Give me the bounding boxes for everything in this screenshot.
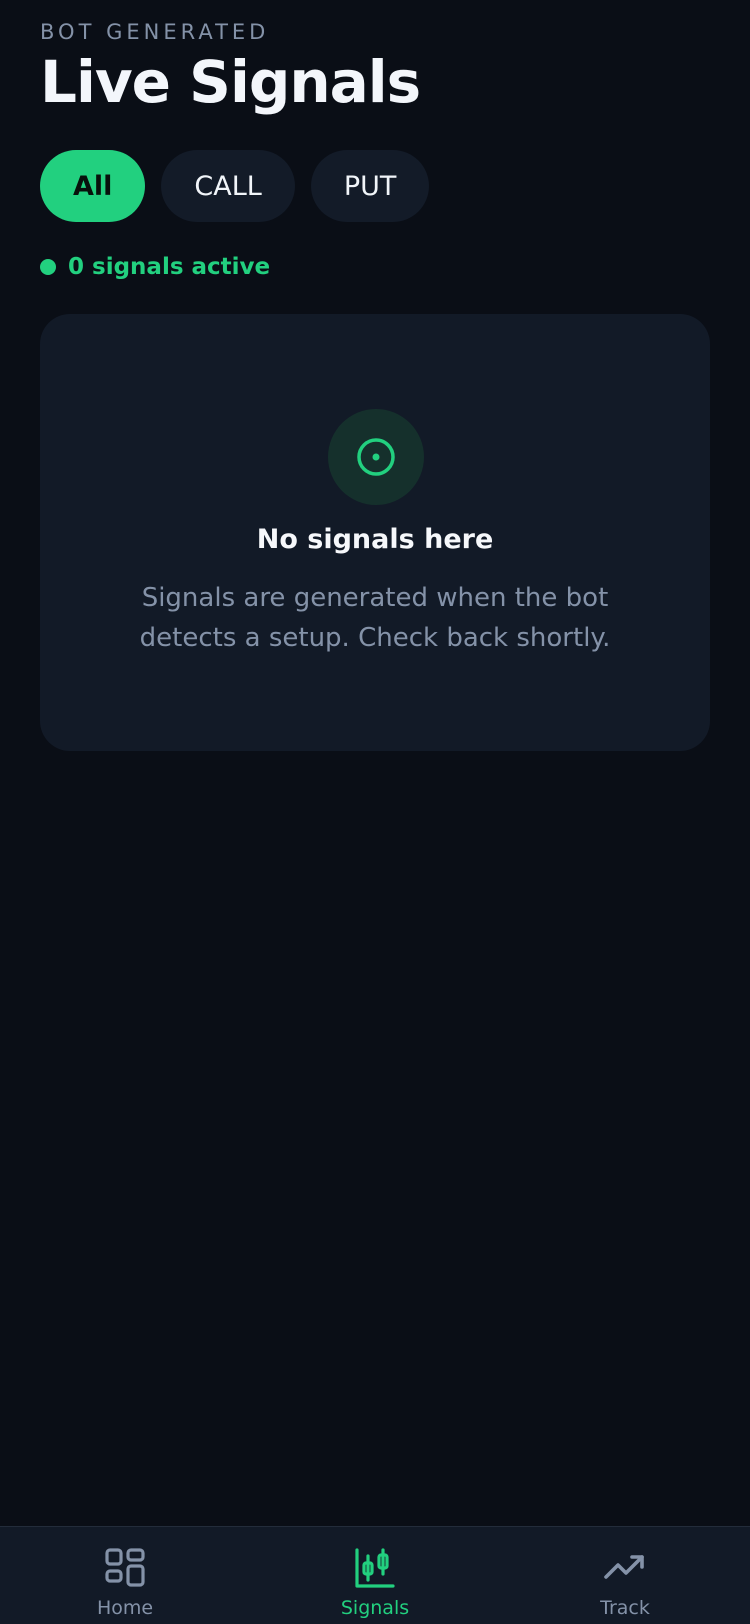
bottom-tab-bar: Home Signals Track	[0, 1526, 750, 1624]
filter-chip-put[interactable]: PUT	[310, 150, 430, 222]
tab-home[interactable]: Home	[45, 1527, 205, 1624]
active-signals-status: 0 signals active	[40, 254, 270, 280]
page-eyebrow: BOT GENERATED	[40, 20, 270, 44]
empty-state-title: No signals here	[256, 524, 494, 555]
status-dot-icon	[40, 259, 56, 275]
filter-chip-all[interactable]: All	[40, 150, 146, 222]
page-title: Live Signals	[40, 48, 421, 116]
tab-signals-label: Signals	[340, 1597, 410, 1619]
signal-filter-chips: All CALL PUT	[40, 150, 430, 222]
grid-icon	[102, 1545, 148, 1591]
filter-chip-call[interactable]: CALL	[161, 150, 295, 222]
tab-track-label: Track	[600, 1597, 650, 1619]
tab-home-label: Home	[96, 1597, 154, 1619]
active-signals-count: 0 signals active	[68, 254, 271, 280]
trending-up-icon	[602, 1545, 648, 1591]
empty-state-description: Signals are generated when the bot detec…	[139, 583, 611, 653]
tab-signals[interactable]: Signals	[295, 1527, 455, 1624]
live-signals-screen: BOT GENERATED Live Signals All CALL PUT …	[0, 0, 750, 1624]
tab-track[interactable]: Track	[545, 1527, 705, 1624]
target-icon	[328, 409, 424, 505]
empty-state-card: No signals here Signals are generated wh…	[40, 314, 710, 751]
candlestick-icon	[352, 1545, 398, 1591]
